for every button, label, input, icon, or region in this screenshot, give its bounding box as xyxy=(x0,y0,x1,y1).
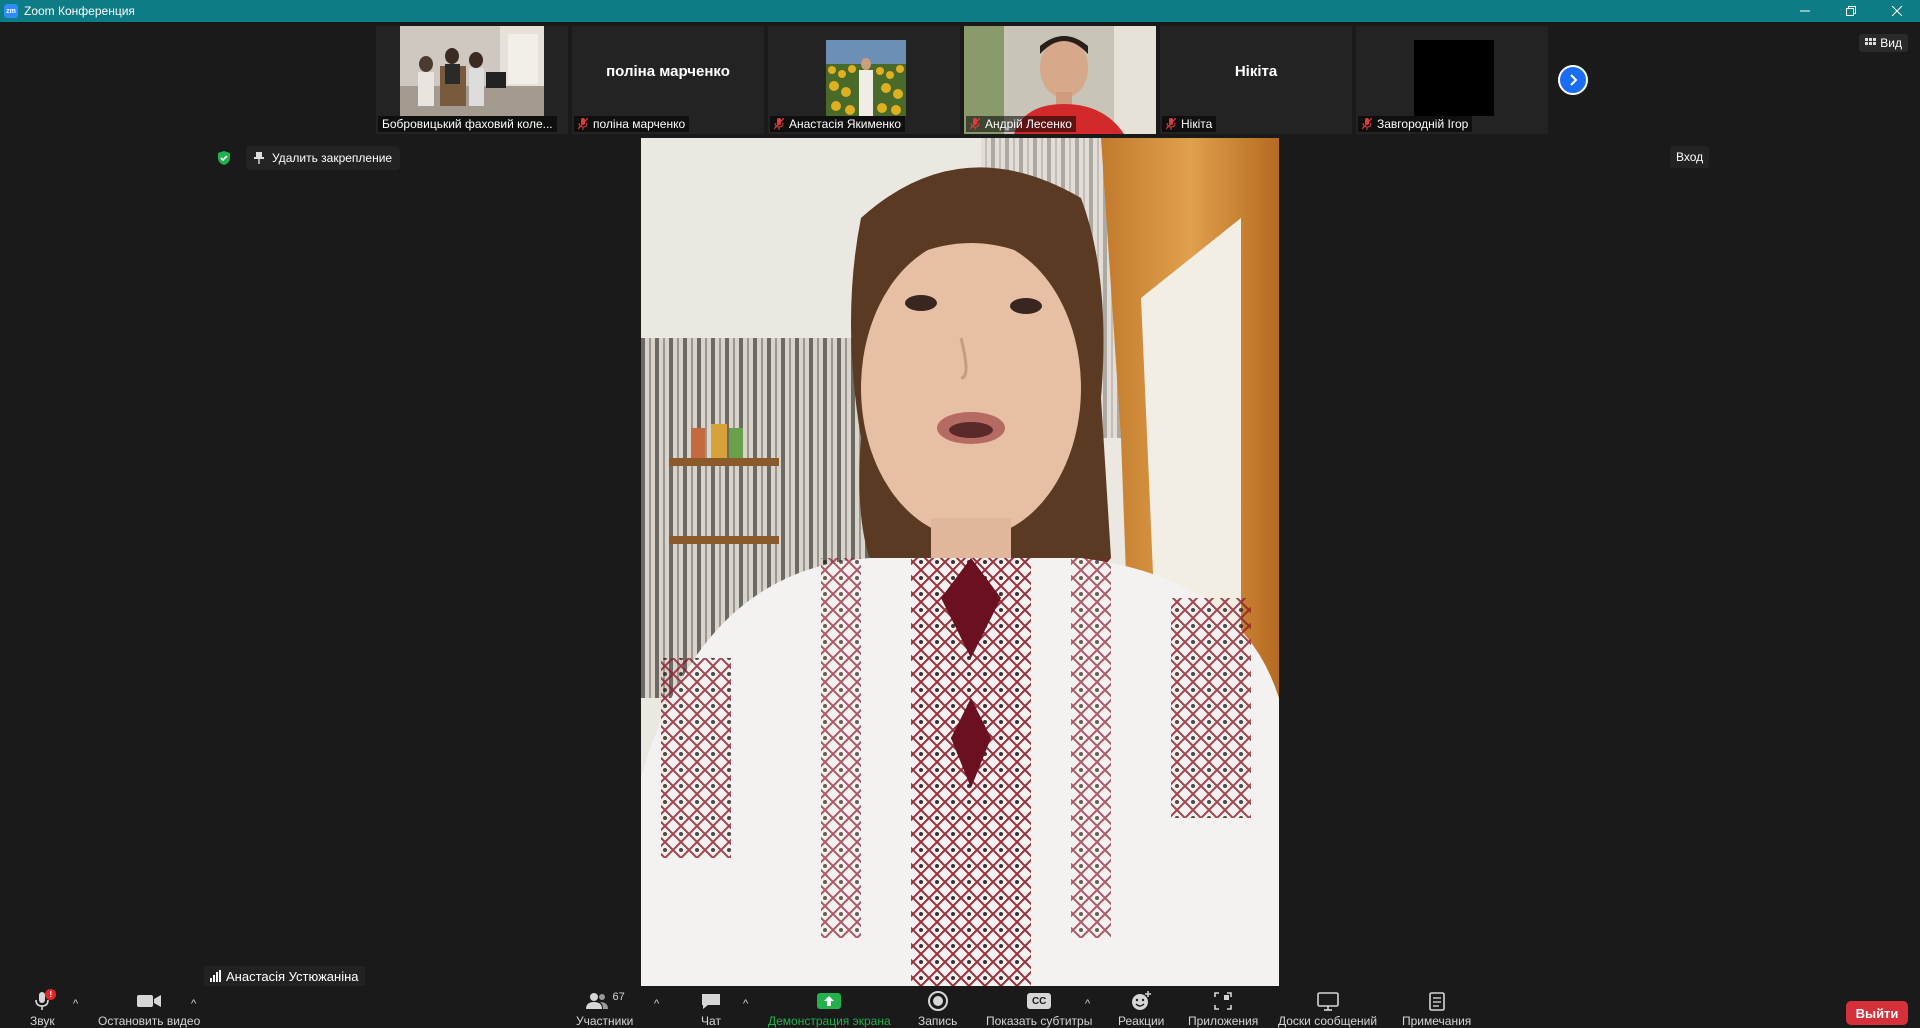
video-options-caret-icon[interactable]: ^ xyxy=(191,998,196,1010)
participant-name-label: Бобровицький фаховий коле... xyxy=(378,116,557,132)
signal-strength-icon xyxy=(210,970,221,982)
video-label: Остановить видео xyxy=(98,1014,201,1028)
captions-options-caret-icon[interactable]: ^ xyxy=(1085,998,1090,1010)
minimize-icon[interactable] xyxy=(1782,0,1828,22)
unpin-label: Удалить закрепление xyxy=(272,151,393,165)
participant-display-name: поліна марченко xyxy=(606,62,730,80)
participants-count: 67 xyxy=(612,991,625,1003)
participant-name-label: Нікіта xyxy=(1162,116,1217,132)
audio-button[interactable]: ! Звук xyxy=(30,988,57,1028)
participant-tile[interactable]: Анастасія Якименко xyxy=(768,26,960,134)
whiteboards-button[interactable]: Доски сообщений xyxy=(1278,988,1377,1028)
window-title: Zoom Конференция xyxy=(24,4,135,18)
active-speaker-label: Анастасія Устюжаніна xyxy=(204,966,365,986)
record-label: Запись xyxy=(918,1014,958,1028)
mic-muted-icon xyxy=(578,118,588,130)
zoom-logo-icon: zm xyxy=(4,4,18,18)
video-camera-icon xyxy=(137,995,162,1007)
mic-muted-icon xyxy=(970,118,980,130)
reactions-label: Реакции xyxy=(1118,1014,1165,1028)
show-captions-button[interactable]: CC Показать субтитры xyxy=(986,988,1092,1028)
enter-button[interactable]: Вход xyxy=(1670,146,1710,168)
chat-options-caret-icon[interactable]: ^ xyxy=(743,998,748,1010)
share-screen-icon xyxy=(817,993,842,1009)
pin-icon xyxy=(254,152,264,164)
participant-tile[interactable]: Нікіта Нікіта xyxy=(1160,26,1352,134)
participant-name-label: Завгородній Ігор xyxy=(1358,116,1473,132)
mic-muted-icon xyxy=(1166,118,1176,130)
grid-icon xyxy=(1865,38,1877,45)
view-label: Вид xyxy=(1880,36,1902,50)
enter-label: Вход xyxy=(1676,150,1704,164)
cc-icon-text: CC xyxy=(1031,995,1047,1007)
participant-name-label: Андрій Лесенко xyxy=(966,116,1076,132)
reactions-button[interactable]: Реакции xyxy=(1118,988,1164,1028)
participant-tile[interactable]: Бобровицький фаховий коле... xyxy=(376,26,568,134)
participant-strip: Бобровицький фаховий коле... поліна марч… xyxy=(376,26,1548,134)
share-screen-label: Демонстрация экрана xyxy=(768,1014,891,1028)
share-screen-button[interactable]: Демонстрация экрана xyxy=(768,988,891,1028)
chat-icon xyxy=(702,994,720,1009)
participant-name: Андрій Лесенко xyxy=(985,117,1072,131)
view-button[interactable]: Вид xyxy=(1859,34,1908,52)
window-controls xyxy=(1782,0,1920,22)
leave-meeting-button[interactable]: Выйти xyxy=(1846,1001,1908,1025)
logo-text: zm xyxy=(6,7,16,15)
closed-captions-icon: CC xyxy=(1027,993,1052,1009)
participant-display-name: Нікіта xyxy=(1234,62,1278,80)
restore-icon[interactable] xyxy=(1828,0,1874,22)
audio-warning-badge: ! xyxy=(45,989,57,1000)
audio-label: Звук xyxy=(30,1014,55,1028)
reactions-smiley-icon xyxy=(1132,991,1152,1010)
participant-name: Нікіта xyxy=(1181,117,1213,131)
leave-label: Выйти xyxy=(1855,1005,1899,1021)
participant-tile[interactable]: Завгородній Ігор xyxy=(1356,26,1548,134)
whiteboards-label: Доски сообщений xyxy=(1278,1014,1378,1028)
participant-name: поліна марченко xyxy=(593,117,686,131)
whiteboard-icon xyxy=(1316,992,1339,1011)
show-captions-label: Показать субтитры xyxy=(986,1014,1093,1028)
mic-muted-icon xyxy=(1362,118,1372,130)
participant-tile[interactable]: поліна марченко поліна марченко xyxy=(572,26,764,134)
participant-name: Завгородній Ігор xyxy=(1377,117,1469,131)
next-page-button[interactable] xyxy=(1558,65,1588,95)
participant-video-thumbnail xyxy=(826,40,906,116)
stop-video-button[interactable]: Остановить видео xyxy=(98,988,200,1028)
participants-options-caret-icon[interactable]: ^ xyxy=(654,998,659,1010)
active-speaker-name: Анастасія Устюжаніна xyxy=(226,968,359,984)
audio-badge-text: ! xyxy=(49,990,53,999)
main-speaker-video xyxy=(641,138,1279,986)
zoom-window: zm Zoom Конференция Бобровицький фаховий… xyxy=(0,0,1920,1028)
participant-name-label: поліна марченко xyxy=(574,116,690,132)
notes-icon xyxy=(1428,992,1445,1011)
participant-video-thumbnail xyxy=(400,26,544,116)
unpin-button[interactable]: Удалить закрепление xyxy=(246,146,401,170)
close-icon[interactable] xyxy=(1874,0,1920,22)
meeting-toolbar: ! Звук ^ Остановить видео ^ 67 Участники… xyxy=(0,988,1920,1028)
participant-name-label: Анастасія Якименко xyxy=(770,116,906,132)
participant-name: Бобровицький фаховий коле... xyxy=(382,117,553,131)
participant-name: Анастасія Якименко xyxy=(789,117,902,131)
participants-button[interactable]: 67 Участники xyxy=(576,988,633,1028)
mic-muted-icon xyxy=(774,118,784,130)
record-button[interactable]: Запись xyxy=(918,988,957,1028)
chat-button[interactable]: Чат xyxy=(700,988,722,1028)
record-icon xyxy=(927,991,948,1011)
participants-icon xyxy=(585,993,608,1009)
notes-label: Примечания xyxy=(1402,1014,1472,1028)
chat-label: Чат xyxy=(701,1014,721,1028)
audio-options-caret-icon[interactable]: ^ xyxy=(73,998,78,1010)
apps-icon xyxy=(1214,992,1232,1010)
chevron-right-icon xyxy=(1570,74,1578,86)
speaker-video-frame xyxy=(641,138,1279,986)
notes-button[interactable]: Примечания xyxy=(1402,988,1471,1028)
participant-video-thumbnail xyxy=(1414,40,1494,116)
title-bar: zm Zoom Конференция xyxy=(0,0,1920,22)
apps-button[interactable]: Приложения xyxy=(1188,988,1258,1028)
participant-tile[interactable]: Андрій Лесенко xyxy=(964,26,1156,134)
participants-label: Участники xyxy=(576,1014,634,1028)
apps-label: Приложения xyxy=(1188,1014,1259,1028)
shield-icon[interactable] xyxy=(216,150,232,166)
